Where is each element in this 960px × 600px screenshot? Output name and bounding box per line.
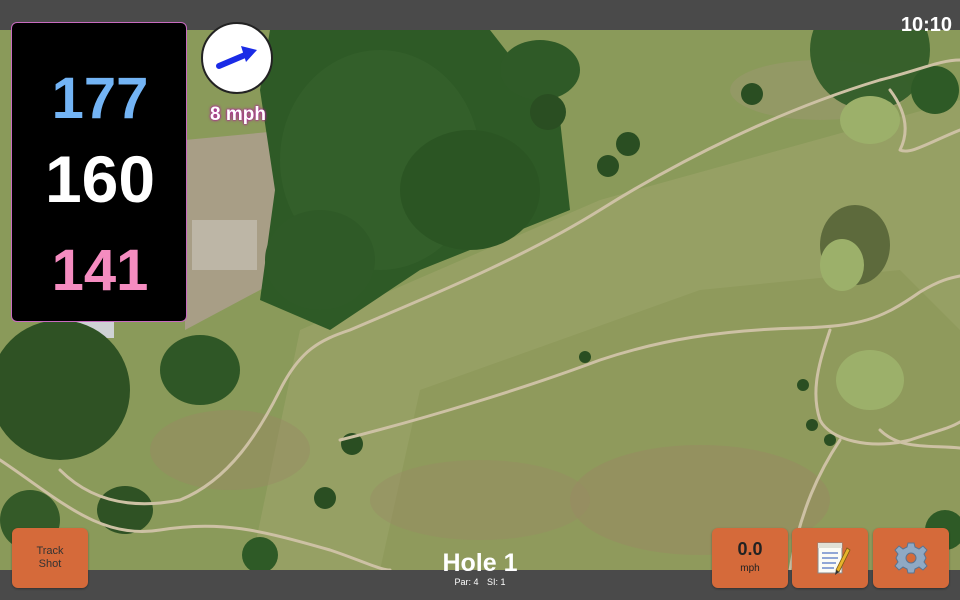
speed-value: 0.0 [737, 539, 763, 559]
hole-info: Par: 4 SI: 1 [380, 577, 580, 587]
clock-time: 10:10 [900, 14, 952, 36]
back-distance: 177 [51, 66, 149, 131]
hole-par: Par: 4 [454, 577, 479, 587]
hole-stroke-index: SI: 1 [487, 577, 506, 587]
wind-direction-dial [201, 22, 273, 94]
notepad-icon [817, 542, 851, 575]
gear-icon [894, 542, 928, 574]
wind-arrow-icon [216, 46, 257, 69]
settings-button[interactable] [873, 528, 949, 588]
speed-unit: mph [740, 563, 760, 574]
wind-speed-label: 8 mph [210, 104, 266, 125]
hole-title: Hole 1 [442, 549, 518, 577]
middle-distance: 160 [44, 142, 156, 216]
distance-panel: 177 160 141 [11, 22, 187, 322]
speed-button[interactable]: 0.0 mph [712, 528, 788, 588]
notes-button[interactable] [792, 528, 868, 588]
track-shot-label: Track Shot [36, 545, 64, 570]
track-shot-button[interactable]: Track Shot [12, 528, 88, 588]
front-distance: 141 [51, 238, 149, 303]
